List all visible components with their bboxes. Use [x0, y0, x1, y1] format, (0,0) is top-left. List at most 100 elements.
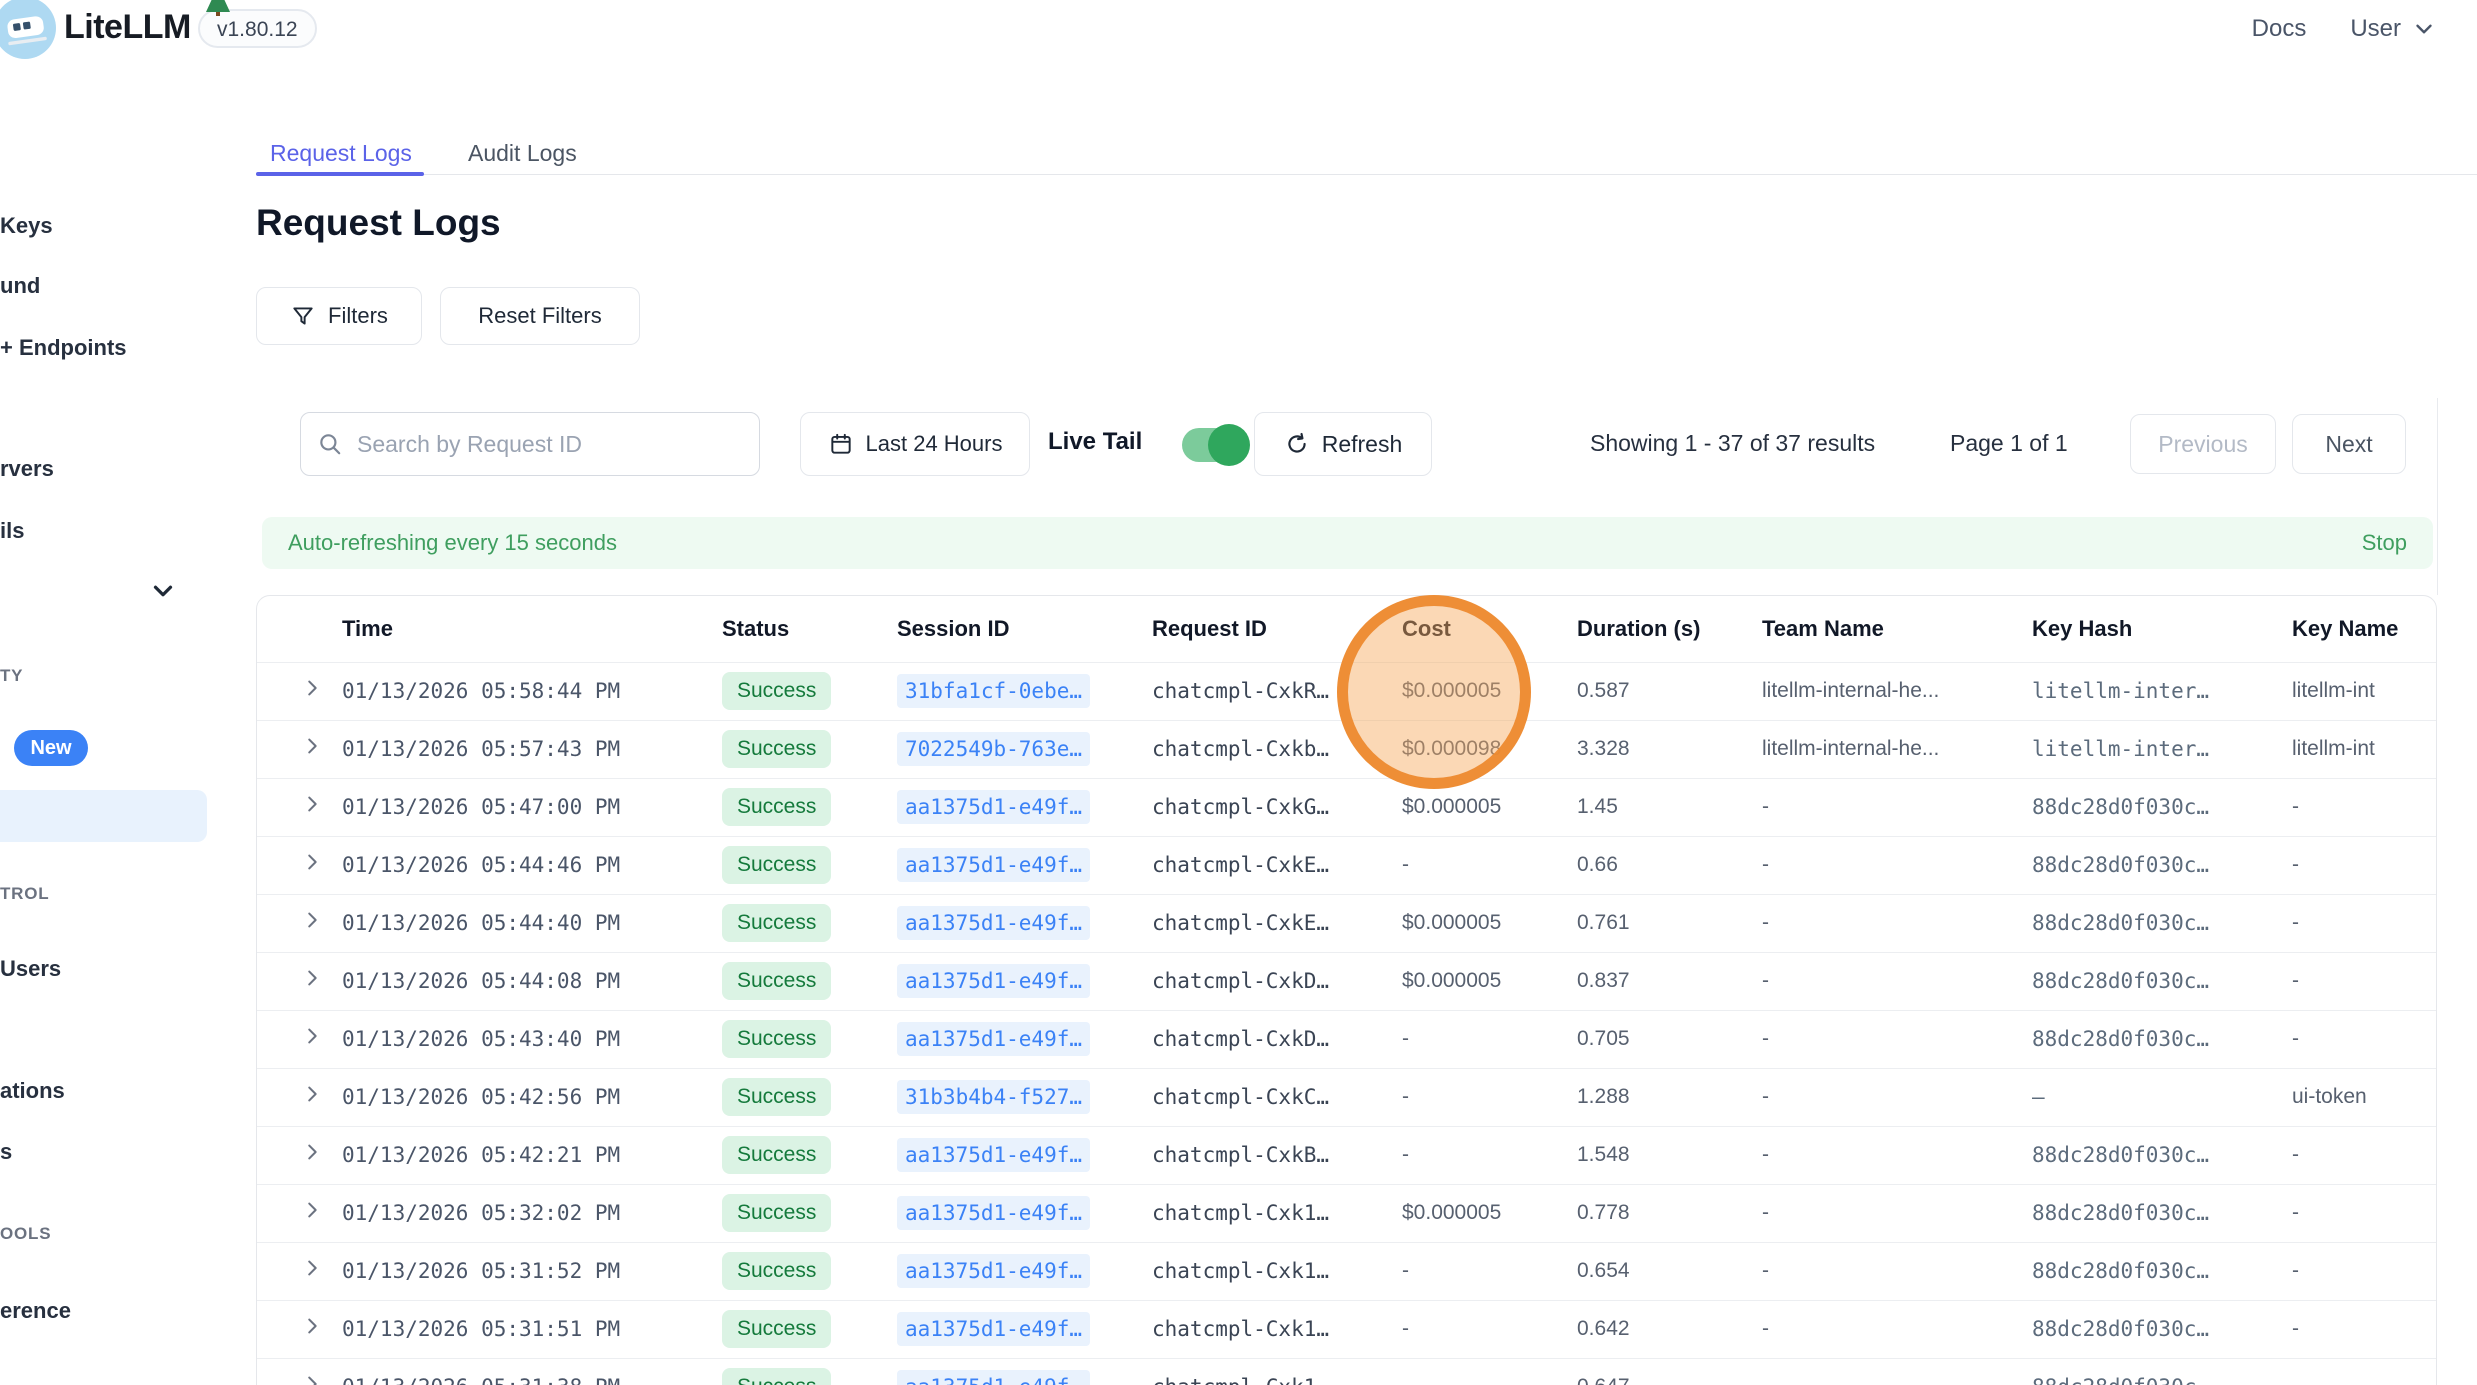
- table-row[interactable]: 01/13/2026 05:31:52 PM Success aa1375d1-…: [257, 1242, 2437, 1300]
- table-row[interactable]: 01/13/2026 05:47:00 PM Success aa1375d1-…: [257, 778, 2437, 836]
- expand-row-chevron-icon[interactable]: [257, 662, 342, 720]
- table-row[interactable]: 01/13/2026 05:31:51 PM Success aa1375d1-…: [257, 1300, 2437, 1358]
- cell-key-name: -: [2292, 894, 2437, 952]
- cell-status: Success: [722, 778, 897, 836]
- session-id-link[interactable]: aa1375d1-e49f…: [897, 906, 1090, 940]
- cell-session-id[interactable]: aa1375d1-e49f…: [897, 1184, 1152, 1242]
- expand-row-chevron-icon[interactable]: [257, 894, 342, 952]
- user-menu[interactable]: User: [2350, 15, 2437, 43]
- expand-row-chevron-icon[interactable]: [257, 1358, 342, 1385]
- filters-button[interactable]: Filters: [256, 287, 422, 345]
- sidebar-item-organizations[interactable]: ations: [0, 1078, 65, 1104]
- cell-session-id[interactable]: aa1375d1-e49f…: [897, 1126, 1152, 1184]
- live-tail-toggle[interactable]: [1182, 428, 1246, 462]
- refresh-button[interactable]: Refresh: [1254, 412, 1432, 476]
- cell-duration: 3.328: [1577, 720, 1762, 778]
- cell-request-id: chatcmpl-CxkD…: [1152, 952, 1402, 1010]
- sidebar-item-guardrails[interactable]: ils: [0, 518, 24, 544]
- cell-session-id[interactable]: 31bfa1cf-0ebe…: [897, 662, 1152, 720]
- sidebar-item-users[interactable]: Users: [0, 956, 61, 982]
- cell-cost: $0.000005: [1402, 1184, 1577, 1242]
- cell-time: 01/13/2026 05:42:21 PM: [342, 1126, 722, 1184]
- session-id-link[interactable]: aa1375d1-e49f…: [897, 848, 1090, 882]
- session-id-link[interactable]: 7022549b-763e…: [897, 732, 1090, 766]
- table-row[interactable]: 01/13/2026 05:43:40 PM Success aa1375d1-…: [257, 1010, 2437, 1068]
- sidebar-item-teams[interactable]: s: [0, 1139, 12, 1165]
- cell-session-id[interactable]: aa1375d1-e49f…: [897, 952, 1152, 1010]
- tab-audit-logs[interactable]: Audit Logs: [468, 140, 577, 167]
- session-id-link[interactable]: 31b3b4b4-f527…: [897, 1080, 1090, 1114]
- sidebar-item-playground[interactable]: und: [0, 273, 40, 299]
- session-id-link[interactable]: aa1375d1-e49f…: [897, 1196, 1090, 1230]
- cell-session-id[interactable]: aa1375d1-e49f…: [897, 778, 1152, 836]
- request-id-search[interactable]: [300, 412, 760, 476]
- session-id-link[interactable]: aa1375d1-e49f…: [897, 1254, 1090, 1288]
- table-row[interactable]: 01/13/2026 05:42:56 PM Success 31b3b4b4-…: [257, 1068, 2437, 1126]
- expand-row-chevron-icon[interactable]: [257, 1300, 342, 1358]
- status-badge: Success: [722, 1078, 831, 1116]
- status-badge: Success: [722, 730, 831, 768]
- expand-row-chevron-icon[interactable]: [257, 1068, 342, 1126]
- session-id-link[interactable]: aa1375d1-e49f…: [897, 1138, 1090, 1172]
- previous-page-button[interactable]: Previous: [2130, 414, 2276, 474]
- cell-key-hash: 88dc28d0f030c…: [2032, 1126, 2292, 1184]
- status-badge: Success: [722, 962, 831, 1000]
- session-id-link[interactable]: aa1375d1-e49f…: [897, 1370, 1090, 1385]
- table-row[interactable]: 01/13/2026 05:57:43 PM Success 7022549b-…: [257, 720, 2437, 778]
- docs-link[interactable]: Docs: [2252, 15, 2307, 43]
- cell-duration: 0.761: [1577, 894, 1762, 952]
- expand-row-chevron-icon[interactable]: [257, 1010, 342, 1068]
- tab-request-logs[interactable]: Request Logs: [270, 140, 412, 167]
- cell-session-id[interactable]: aa1375d1-e49f…: [897, 1010, 1152, 1068]
- cell-duration: 0.587: [1577, 662, 1762, 720]
- sidebar-collapse-chevron-icon[interactable]: [148, 576, 178, 611]
- cell-key-name: -: [2292, 1184, 2437, 1242]
- expand-row-chevron-icon[interactable]: [257, 952, 342, 1010]
- cell-session-id[interactable]: aa1375d1-e49f…: [897, 1300, 1152, 1358]
- date-range-button[interactable]: Last 24 Hours: [800, 412, 1030, 476]
- session-id-link[interactable]: 31bfa1cf-0ebe…: [897, 674, 1090, 708]
- sidebar-item-models-endpoints[interactable]: + Endpoints: [0, 335, 127, 361]
- sidebar-item-api-reference[interactable]: erence: [0, 1298, 71, 1324]
- sidebar-item-keys[interactable]: Keys: [0, 213, 53, 239]
- search-input[interactable]: [357, 431, 743, 458]
- expand-row-chevron-icon[interactable]: [257, 836, 342, 894]
- cell-duration: 0.654: [1577, 1242, 1762, 1300]
- table-row[interactable]: 01/13/2026 05:32:02 PM Success aa1375d1-…: [257, 1184, 2437, 1242]
- cell-session-id[interactable]: aa1375d1-e49f…: [897, 894, 1152, 952]
- session-id-link[interactable]: aa1375d1-e49f…: [897, 964, 1090, 998]
- expand-row-chevron-icon[interactable]: [257, 1242, 342, 1300]
- table-row[interactable]: 01/13/2026 05:44:40 PM Success aa1375d1-…: [257, 894, 2437, 952]
- cell-team-name: litellm-internal-he...: [1762, 720, 2032, 778]
- expand-row-chevron-icon[interactable]: [257, 778, 342, 836]
- sidebar-item-servers[interactable]: rvers: [0, 456, 54, 482]
- status-badge: Success: [722, 1020, 831, 1058]
- session-id-link[interactable]: aa1375d1-e49f…: [897, 790, 1090, 824]
- cell-team-name: -: [1762, 1126, 2032, 1184]
- cell-session-id[interactable]: aa1375d1-e49f…: [897, 1242, 1152, 1300]
- next-page-button[interactable]: Next: [2292, 414, 2406, 474]
- table-row[interactable]: 01/13/2026 05:58:44 PM Success 31bfa1cf-…: [257, 662, 2437, 720]
- expand-row-chevron-icon[interactable]: [257, 720, 342, 778]
- cell-key-hash: –: [2032, 1068, 2292, 1126]
- reset-filters-button[interactable]: Reset Filters: [440, 287, 640, 345]
- active-tab-underline: [256, 172, 424, 176]
- cell-session-id[interactable]: aa1375d1-e49f…: [897, 836, 1152, 894]
- table-row[interactable]: 01/13/2026 05:42:21 PM Success aa1375d1-…: [257, 1126, 2437, 1184]
- session-id-link[interactable]: aa1375d1-e49f…: [897, 1312, 1090, 1346]
- cell-session-id[interactable]: aa1375d1-e49f…: [897, 1358, 1152, 1385]
- train-icon: [2, 5, 48, 51]
- cell-request-id: chatcmpl-CxkE…: [1152, 836, 1402, 894]
- cell-session-id[interactable]: 31b3b4b4-f527…: [897, 1068, 1152, 1126]
- expand-row-chevron-icon[interactable]: [257, 1126, 342, 1184]
- sidebar-item-logs-active[interactable]: [0, 790, 207, 842]
- col-cost: Cost: [1402, 596, 1577, 662]
- cell-team-name: -: [1762, 1184, 2032, 1242]
- stop-auto-refresh-link[interactable]: Stop: [2362, 530, 2407, 556]
- table-row[interactable]: 01/13/2026 05:44:08 PM Success aa1375d1-…: [257, 952, 2437, 1010]
- cell-session-id[interactable]: 7022549b-763e…: [897, 720, 1152, 778]
- table-row[interactable]: 01/13/2026 05:44:46 PM Success aa1375d1-…: [257, 836, 2437, 894]
- table-row[interactable]: 01/13/2026 05:31:38 PM Success aa1375d1-…: [257, 1358, 2437, 1385]
- session-id-link[interactable]: aa1375d1-e49f…: [897, 1022, 1090, 1056]
- expand-row-chevron-icon[interactable]: [257, 1184, 342, 1242]
